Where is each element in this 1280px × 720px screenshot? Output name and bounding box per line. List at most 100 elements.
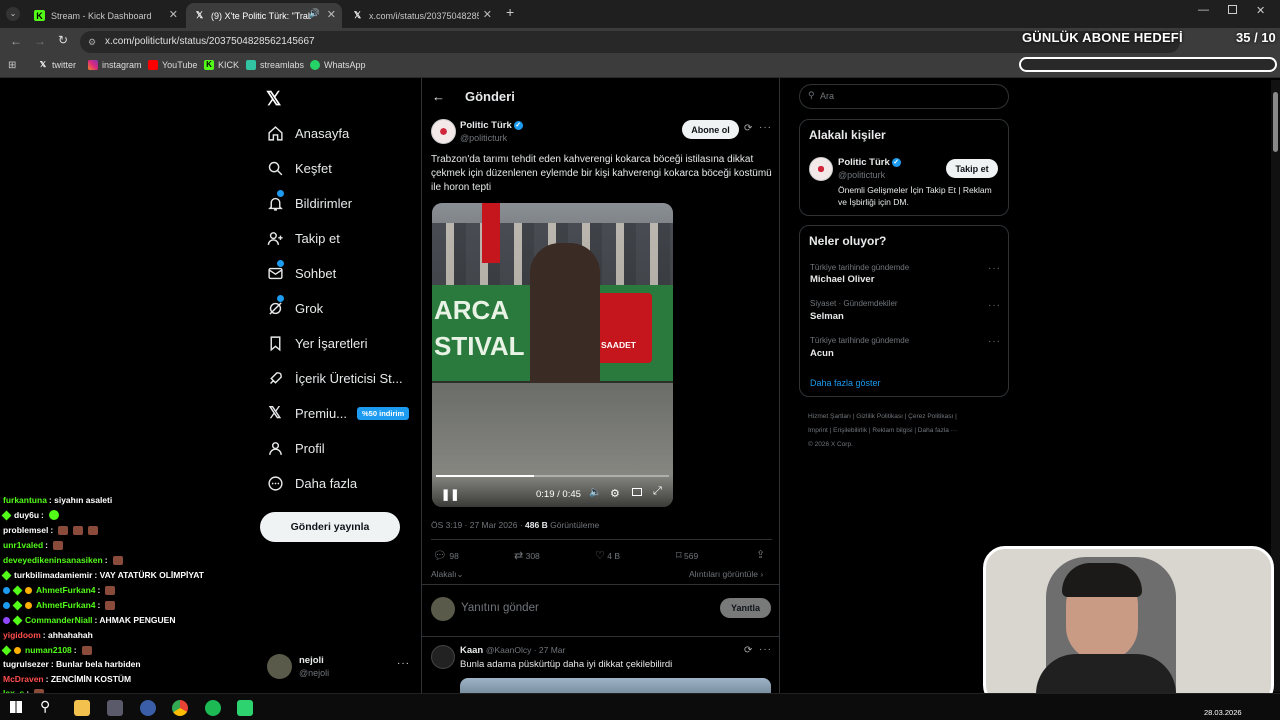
reply-button[interactable]: Yanıtla: [720, 598, 771, 618]
emote-icon: [105, 600, 116, 610]
bookmark-streamlabs[interactable]: streamlabs: [246, 60, 304, 70]
show-more-link[interactable]: Daha fazla göster: [810, 378, 881, 388]
pip-icon[interactable]: [632, 488, 642, 496]
address-bar[interactable]: ⚙ x.com/politicturk/status/2037504828562…: [80, 31, 1180, 53]
bookmark-instagram[interactable]: instagram: [88, 60, 142, 70]
new-tab-icon[interactable]: +: [506, 4, 514, 20]
repost-action[interactable]: ⇄ 308: [514, 549, 540, 562]
author-name-row[interactable]: Politic Türk ✓: [460, 120, 523, 131]
forward-icon[interactable]: →: [34, 34, 46, 48]
bookmark-whatsapp[interactable]: WhatsApp: [310, 60, 366, 70]
nav-follow[interactable]: Takip et: [265, 228, 340, 248]
app-icon[interactable]: [107, 700, 123, 716]
reply-media[interactable]: [460, 678, 771, 693]
more-icon[interactable]: ···: [988, 336, 1001, 347]
tab-search-icon[interactable]: ⌄: [6, 7, 20, 21]
nav-label: Profil: [295, 440, 325, 456]
grok-icon[interactable]: ⟳: [744, 123, 752, 134]
volume-icon[interactable]: 🔈: [589, 487, 601, 498]
nav-profile[interactable]: Profil: [265, 438, 325, 458]
tab-politic-turk[interactable]: 𝕏 (9) X'te Politic Türk: "Trabzo 🔊 ✕: [186, 3, 342, 28]
more-icon[interactable]: ···: [988, 263, 1001, 274]
site-info-icon[interactable]: ⚙: [88, 31, 96, 53]
search-icon[interactable]: ⚲: [40, 698, 50, 715]
more-icon[interactable]: ···: [988, 300, 1001, 311]
back-arrow-icon[interactable]: ←: [432, 89, 445, 104]
x-logo-icon[interactable]: 𝕏: [266, 88, 281, 111]
maximize-icon[interactable]: [1228, 5, 1237, 14]
like-action[interactable]: ♡ 4 B: [595, 549, 620, 562]
chat-message: yigidoom: ahhahahah: [3, 630, 93, 640]
nav-more[interactable]: Daha fazla: [265, 473, 357, 493]
reply-input[interactable]: Yanıtını gönder: [461, 602, 661, 614]
windows-start-icon[interactable]: [10, 701, 22, 713]
grok-icon[interactable]: ⟳: [744, 645, 752, 656]
more-icon[interactable]: ···: [397, 658, 410, 669]
nav-notifications[interactable]: Bildirimler: [265, 190, 353, 213]
spotify-icon[interactable]: [205, 700, 221, 716]
reply-text: Bunla adama püskürtüp daha iyi dikkat çe…: [460, 659, 673, 670]
bookmark-youtube[interactable]: YouTube: [148, 60, 197, 70]
x-logo-icon: 𝕏: [268, 405, 282, 422]
apps-icon[interactable]: ⊞: [8, 60, 16, 71]
app-icon[interactable]: [140, 700, 156, 716]
nav-explore[interactable]: Keşfet: [265, 158, 332, 178]
account-switcher[interactable]: nejoli @nejoli ···: [265, 652, 413, 684]
repost-icon: ⇄: [514, 550, 524, 562]
tab-kick-dashboard[interactable]: K Stream - Kick Dashboard ✕: [26, 3, 184, 28]
reply-avatar[interactable]: [431, 645, 455, 669]
nav-bookmarks[interactable]: Yer İşaretleri: [265, 333, 368, 353]
bookmark-twitter[interactable]: 𝕏twitter: [38, 60, 76, 70]
trends-card: Neler oluyor? Türkiye tarihinde gündemde…: [799, 225, 1009, 397]
more-icon[interactable]: ···: [759, 122, 772, 133]
footer-line[interactable]: Imprint | Erişilebilirlik | Reklam bilgi…: [808, 424, 1008, 438]
post-button[interactable]: Gönderi yayınla: [260, 512, 400, 542]
bookmark-icon: [265, 333, 285, 353]
bookmark-action[interactable]: ⌑ 569: [676, 549, 698, 562]
pause-icon[interactable]: ❚❚: [441, 488, 459, 501]
author-avatar[interactable]: [431, 119, 456, 144]
chat-user: turkbilimadamiemir: [14, 570, 93, 580]
search-box[interactable]: ⚲ Ara: [799, 84, 1009, 109]
nav-creator-studio[interactable]: İçerik Üreticisi St...: [265, 368, 403, 388]
nav-chat[interactable]: Sohbet: [265, 260, 336, 283]
video-player[interactable]: ARCA STIVAL SAADET ❚❚ 0:19 / 0:45 🔈 ⚙ ⤢: [432, 203, 673, 507]
youtube-icon: [148, 60, 158, 70]
chat-user: CommanderNiall: [25, 615, 93, 625]
chrome-icon[interactable]: [172, 700, 188, 716]
views-count: 486 B: [525, 520, 548, 530]
minimize-icon[interactable]: —: [1198, 4, 1209, 16]
close-icon[interactable]: ✕: [327, 8, 336, 21]
related-dropdown[interactable]: Alakalı⌄: [431, 569, 464, 580]
settings-icon[interactable]: ⚙: [610, 487, 620, 500]
chat-message: deveyedikeninsanasiken:: [3, 555, 123, 565]
file-explorer-icon[interactable]: [74, 700, 90, 716]
more-icon[interactable]: ···: [759, 644, 772, 655]
chat-message: numan2108:: [1, 645, 92, 655]
back-icon[interactable]: ←: [10, 34, 22, 48]
follow-button[interactable]: Takip et: [946, 159, 998, 178]
avatar: [431, 597, 455, 621]
close-icon[interactable]: ✕: [169, 8, 178, 21]
subscribe-button[interactable]: Abone ol: [682, 120, 739, 139]
close-icon[interactable]: ✕: [483, 8, 492, 21]
view-quotes-link[interactable]: Alıntıları görüntüle ›: [689, 569, 763, 579]
bookmark-kick[interactable]: K KICK: [204, 60, 239, 70]
nav-grok[interactable]: Grok: [265, 295, 323, 318]
footer-line[interactable]: Hizmet Şartları | Gizlilik Politikası | …: [808, 410, 1008, 424]
scrollbar-thumb[interactable]: [1273, 92, 1278, 152]
reload-icon[interactable]: ↻: [58, 33, 68, 47]
video-progress-track[interactable]: [436, 475, 669, 477]
nav-label: Bildirimler: [295, 195, 353, 211]
person-avatar[interactable]: [809, 157, 833, 181]
fullscreen-icon[interactable]: ⤢: [653, 485, 662, 498]
speaker-icon[interactable]: 🔊: [309, 8, 320, 19]
nav-premium[interactable]: 𝕏 Premiu... %50 indirim: [265, 403, 410, 423]
share-icon[interactable]: ⇪: [756, 548, 765, 561]
close-window-icon[interactable]: ✕: [1256, 4, 1265, 17]
person-name-row[interactable]: Politic Türk ✓: [838, 157, 901, 168]
app-icon[interactable]: [237, 700, 253, 716]
nav-home[interactable]: Anasayfa: [265, 123, 349, 143]
reply-action[interactable]: 💬︎ 98: [433, 549, 459, 562]
tab-status[interactable]: 𝕏 x.com/i/status/2037504828562 ✕: [344, 3, 498, 28]
